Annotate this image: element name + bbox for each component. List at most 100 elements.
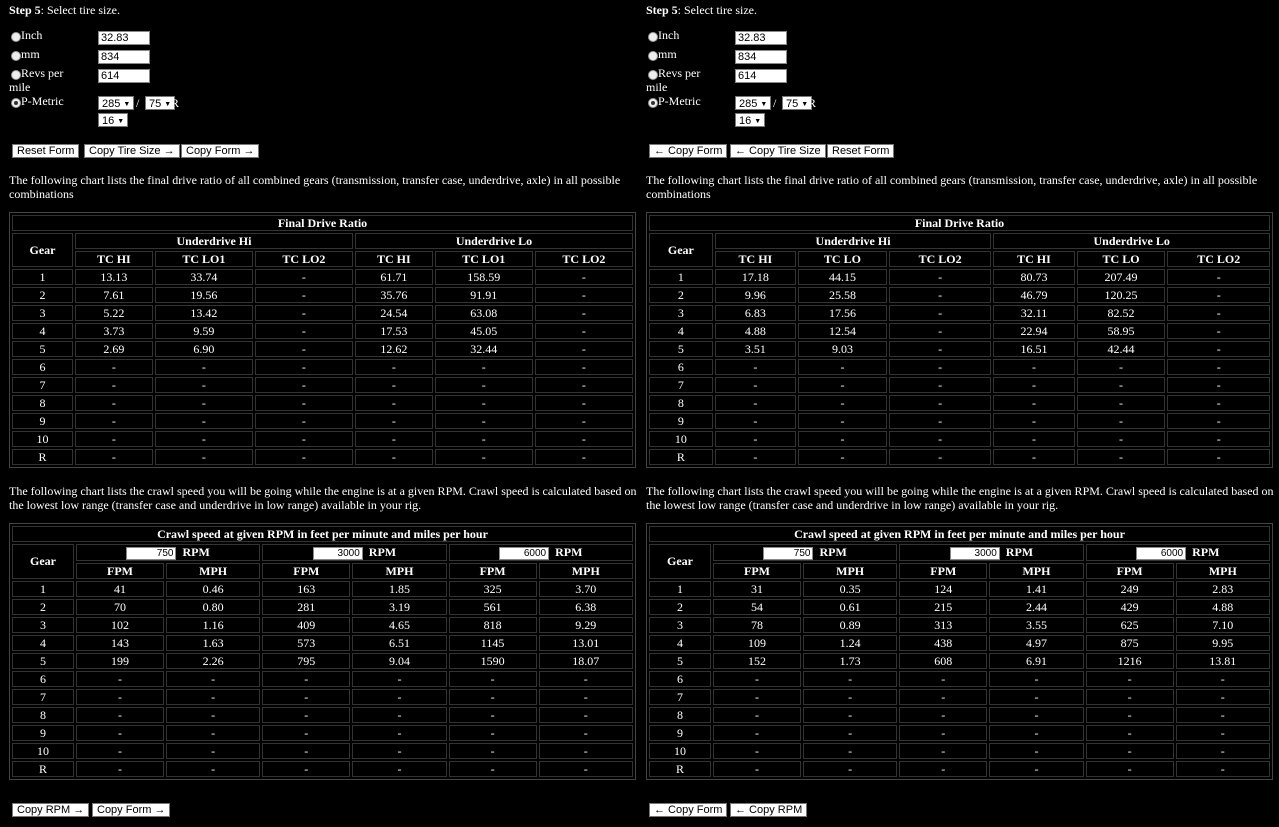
value-cell: 17.53 bbox=[354, 323, 433, 339]
value-cell: - bbox=[534, 269, 633, 285]
crawl-speed-table: Crawl speed at given RPM in feet per min… bbox=[9, 523, 636, 780]
gear-cell: 3 bbox=[649, 305, 713, 321]
tire-rim-select[interactable]: 16 ▼ bbox=[735, 113, 766, 127]
value-cell: 3.19 bbox=[352, 598, 447, 615]
revs-radio[interactable] bbox=[648, 70, 658, 80]
value-cell: 0.61 bbox=[802, 598, 898, 615]
table-row: 7------ bbox=[649, 377, 1270, 393]
mm-radio[interactable] bbox=[648, 51, 658, 61]
inch-input[interactable] bbox=[735, 31, 787, 45]
value-cell: - bbox=[888, 305, 992, 321]
rpm-label: RPM bbox=[555, 545, 583, 559]
inch-input[interactable] bbox=[98, 31, 150, 45]
tire-rim-value: 16 bbox=[102, 115, 115, 127]
value-cell: - bbox=[802, 688, 898, 705]
inch-radio[interactable] bbox=[648, 32, 658, 42]
value-cell: - bbox=[352, 724, 447, 741]
tire-rim-select[interactable]: 16 ▼ bbox=[98, 113, 129, 127]
copy-tire-size-button[interactable]: Copy Tire Size → bbox=[84, 144, 180, 158]
table-row: 5 3.51 9.03-16.51 42.44- bbox=[649, 341, 1270, 357]
table-row: 6------ bbox=[649, 670, 1270, 687]
pmetric-radio[interactable] bbox=[648, 98, 658, 108]
revs-radio[interactable] bbox=[11, 70, 21, 80]
mm-radio[interactable] bbox=[11, 51, 21, 61]
column-header: TC LO bbox=[798, 251, 887, 267]
value-cell: - bbox=[254, 269, 353, 285]
rpm-input[interactable] bbox=[126, 546, 177, 560]
table-row: 2 7.61 19.56-35.76 91.91- bbox=[12, 287, 633, 303]
mm-input[interactable] bbox=[735, 50, 787, 64]
rpm-group-1: RPM bbox=[76, 544, 261, 561]
gear-cell: 4 bbox=[649, 323, 713, 339]
value-cell: 63.08 bbox=[434, 305, 533, 321]
copy-form-button[interactable]: ← Copy Form bbox=[649, 144, 728, 158]
value-cell: - bbox=[989, 760, 1084, 777]
value-cell: - bbox=[1167, 413, 1270, 429]
table-row: 8------ bbox=[12, 395, 633, 411]
tire-option-inch: Inch bbox=[646, 29, 886, 47]
mm-input[interactable] bbox=[98, 50, 150, 64]
reset-form-button[interactable]: Reset Form bbox=[12, 144, 80, 158]
value-cell: - bbox=[262, 724, 351, 741]
revs-label-line1: Revs per bbox=[21, 66, 64, 80]
table-row: R------ bbox=[12, 760, 633, 777]
rpm-input[interactable] bbox=[949, 546, 1000, 560]
step-heading: Step 5: Select tire size. bbox=[646, 3, 757, 18]
gear-cell: R bbox=[12, 449, 74, 465]
value-cell: - bbox=[714, 359, 797, 375]
value-cell: 1145 bbox=[448, 634, 537, 651]
rpm-input[interactable] bbox=[499, 546, 550, 560]
rpm-input[interactable] bbox=[312, 546, 363, 560]
gear-cell: 7 bbox=[12, 377, 74, 393]
value-cell: - bbox=[798, 431, 887, 447]
reset-form-button[interactable]: Reset Form bbox=[827, 144, 895, 158]
revs-input[interactable] bbox=[98, 69, 150, 83]
copy-form-button[interactable]: ← Copy Form bbox=[649, 803, 728, 817]
copy-form-button[interactable]: Copy Form → bbox=[181, 144, 260, 158]
value-cell: 12.62 bbox=[354, 341, 433, 357]
value-cell: 6.83 bbox=[714, 305, 797, 321]
value-cell: 16.51 bbox=[993, 341, 1075, 357]
value-cell: - bbox=[154, 395, 253, 411]
table-row: 4 3.73 9.59-17.53 45.05- bbox=[12, 323, 633, 339]
table-row: 9------ bbox=[12, 724, 633, 741]
value-cell: 44.15 bbox=[798, 269, 887, 285]
rpm-input[interactable] bbox=[763, 546, 814, 560]
gear-cell: 4 bbox=[649, 634, 711, 651]
column-header: TC LO2 bbox=[254, 251, 353, 267]
copy-tire-size-button[interactable]: ← Copy Tire Size bbox=[730, 144, 826, 158]
copy-rpm-button[interactable]: Copy RPM → bbox=[12, 803, 90, 817]
tire-width-select[interactable]: 285 ▼ bbox=[98, 96, 135, 110]
table-row: 6------ bbox=[649, 359, 1270, 375]
inch-label: Inch bbox=[658, 28, 680, 42]
value-cell: 1.63 bbox=[165, 634, 261, 651]
value-cell: 2.83 bbox=[1175, 580, 1270, 597]
gear-cell: 8 bbox=[649, 706, 711, 723]
value-cell: 6.38 bbox=[538, 598, 633, 615]
copy-form-button[interactable]: Copy Form → bbox=[92, 803, 171, 817]
value-cell: - bbox=[888, 395, 992, 411]
table-row: 1 17.18 44.15-80.73 207.49- bbox=[649, 269, 1270, 285]
value-cell: 5.22 bbox=[75, 305, 153, 321]
value-cell: 102 bbox=[76, 616, 164, 633]
value-cell: - bbox=[1076, 449, 1166, 465]
rpm-input[interactable] bbox=[1136, 546, 1187, 560]
inch-radio[interactable] bbox=[11, 32, 21, 42]
ratio-column-headers: TC HI TC LO TC LO2 TC HI TC LO TC LO2 bbox=[649, 251, 1270, 267]
tire-width-select[interactable]: 285 ▼ bbox=[735, 96, 772, 110]
value-cell: - bbox=[352, 688, 447, 705]
gear-cell: 3 bbox=[12, 305, 74, 321]
revs-input[interactable] bbox=[735, 69, 787, 83]
table-row: 9------ bbox=[649, 413, 1270, 429]
value-cell: - bbox=[1167, 431, 1270, 447]
copy-rpm-button[interactable]: ← Copy RPM bbox=[730, 803, 808, 817]
gear-cell: 6 bbox=[649, 359, 713, 375]
value-cell: - bbox=[888, 359, 992, 375]
pmetric-radio[interactable] bbox=[11, 98, 21, 108]
table-row: 2 54 0.61 215 2.44 429 4.88 bbox=[649, 598, 1270, 615]
value-cell: - bbox=[1167, 287, 1270, 303]
value-cell: - bbox=[262, 688, 351, 705]
value-cell: - bbox=[798, 413, 887, 429]
value-cell: - bbox=[352, 670, 447, 687]
crawl-speed-table: Crawl speed at given RPM in feet per min… bbox=[646, 523, 1273, 780]
